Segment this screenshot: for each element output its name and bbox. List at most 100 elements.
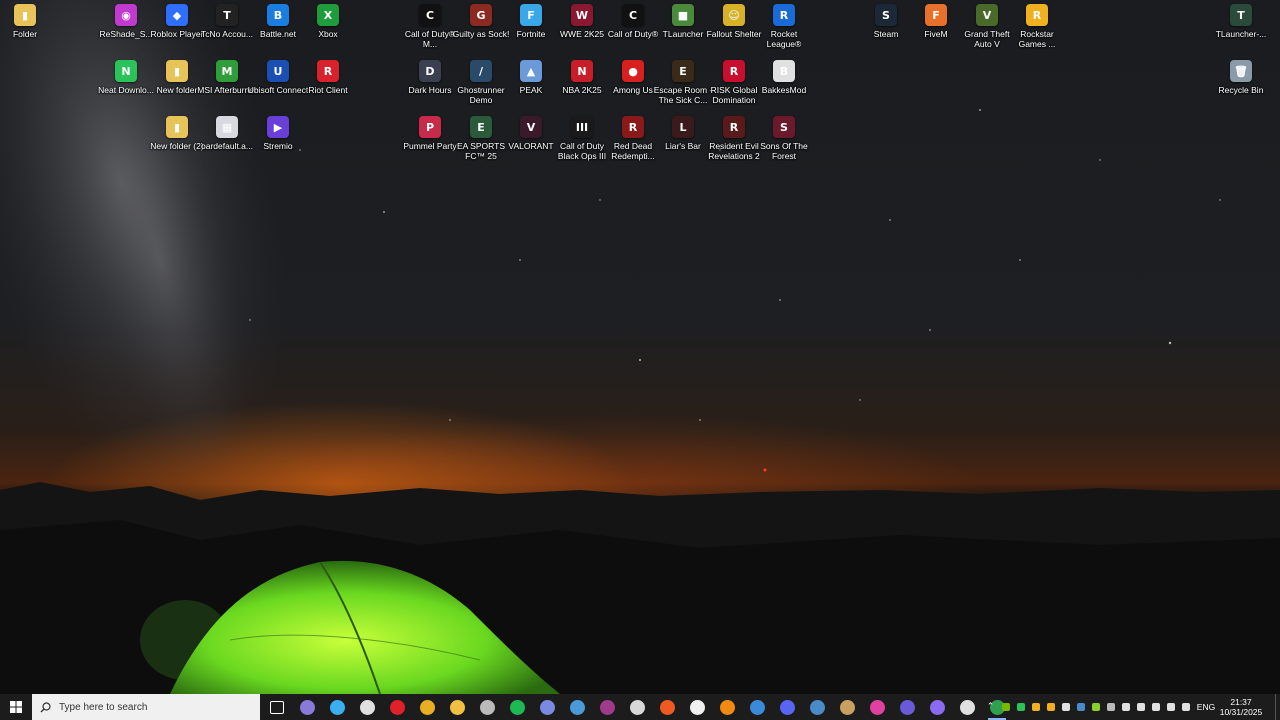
guilty-as-sock-icon: G	[470, 4, 492, 26]
riot-icon: R	[317, 60, 339, 82]
taskbar-app-button[interactable]	[742, 694, 772, 720]
steam-tray-icon[interactable]	[1073, 694, 1088, 720]
task-view-icon	[270, 700, 284, 714]
taskbar-app-button[interactable]	[622, 694, 652, 720]
mic-icon[interactable]	[1058, 694, 1073, 720]
spotify-icon	[509, 699, 525, 715]
rocket-league-icon: R	[773, 4, 795, 26]
show-desktop-button[interactable]	[1275, 694, 1280, 720]
taskbar-app-button[interactable]	[262, 694, 292, 720]
desktop-icon[interactable]: R Rocket League®	[753, 0, 815, 54]
taskbar-app-button[interactable]	[292, 694, 322, 720]
taskbar-app-button[interactable]	[382, 694, 412, 720]
brightness-icon[interactable]	[1118, 694, 1133, 720]
brave-icon	[659, 699, 675, 715]
cod-icon: C	[419, 4, 441, 26]
desktop-icon-label: Sons Of The Forest	[760, 141, 808, 161]
desktop-icon-label: Riot Client	[308, 85, 348, 95]
reshade-icon: ◉	[115, 4, 137, 26]
volume-icon[interactable]	[1148, 694, 1163, 720]
folder-icon: ▮	[166, 60, 188, 82]
desktop-icon[interactable]: B BakkesMod	[753, 56, 815, 110]
battlenet-icon: B	[267, 4, 289, 26]
taskbar-app-button[interactable]	[472, 694, 502, 720]
opera-icon	[389, 699, 405, 715]
desktop-icon[interactable]: R Riot Client	[297, 56, 359, 110]
taskbar-apps	[262, 694, 1012, 720]
xbox-icon: X	[317, 4, 339, 26]
desktop-icon[interactable]: ▶ Stremio	[247, 112, 309, 166]
taskbar-app-button[interactable]	[562, 694, 592, 720]
taskbar-app-button[interactable]	[772, 694, 802, 720]
discord-alt-icon	[539, 699, 555, 715]
taskbar-app-button[interactable]	[832, 694, 862, 720]
desktop-icon[interactable]: T TLauncher-...	[1210, 0, 1272, 54]
vlc-icon	[719, 699, 735, 715]
taskbar-app-button[interactable]	[892, 694, 922, 720]
chevron-up-icon[interactable]: ⌃	[983, 694, 998, 720]
desktop-icon[interactable]: S Sons Of The Forest	[753, 112, 815, 166]
taskbar-app-button[interactable]	[592, 694, 622, 720]
taskbar: Type here to search ⌃ ENG 21:37 10/31/20…	[0, 694, 1280, 720]
obs-icon	[479, 699, 495, 715]
nvidia-share-icon-glyph	[1091, 703, 1100, 711]
ubisoft-icon: U	[267, 60, 289, 82]
taskbar-app-button[interactable]	[412, 694, 442, 720]
green-dot-icon[interactable]	[1013, 694, 1028, 720]
taskbar-app-button[interactable]	[352, 694, 382, 720]
desktop-icon-label: BakkesMod	[761, 85, 807, 95]
speaker-icon[interactable]	[1133, 694, 1148, 720]
taskbar-app-button[interactable]	[322, 694, 352, 720]
chrome-tray-icon[interactable]	[1103, 694, 1118, 720]
fallout-shelter-icon: ☺	[723, 4, 745, 26]
taskbar-app-button[interactable]	[802, 694, 832, 720]
taskbar-app-button[interactable]	[532, 694, 562, 720]
steam-tray-icon-glyph	[1076, 703, 1085, 711]
nvidia-share-icon[interactable]	[1088, 694, 1103, 720]
taskbar-app-button[interactable]	[652, 694, 682, 720]
brightness-icon-glyph	[1121, 703, 1130, 711]
desktop-icon[interactable]: R Rockstar Games ...	[1006, 0, 1068, 54]
search-box[interactable]: Type here to search	[32, 694, 260, 720]
taskbar-app-button[interactable]	[682, 694, 712, 720]
peak-icon: ▲	[520, 60, 542, 82]
taskbar-app-button[interactable]	[922, 694, 952, 720]
tcno-icon: T	[216, 4, 238, 26]
taskbar-app-button[interactable]	[862, 694, 892, 720]
stremio-icon: ▶	[267, 116, 289, 138]
wwe-icon: W	[571, 4, 593, 26]
tlauncher-icon: T	[1230, 4, 1252, 26]
desktop-icon-label: Rockstar Games ...	[1018, 29, 1056, 49]
desktop-icon-label: Xbox	[318, 29, 338, 39]
rockstar-tray-icon[interactable]	[1028, 694, 1043, 720]
fivem-icon: F	[925, 4, 947, 26]
taskbar-app-button[interactable]	[442, 694, 472, 720]
qbittorrent-icon	[749, 699, 765, 715]
notification-icon[interactable]	[1263, 694, 1275, 720]
network-icon[interactable]	[1163, 694, 1178, 720]
window-icon	[569, 699, 585, 715]
taskbar-app-button[interactable]	[712, 694, 742, 720]
nvidia-icon[interactable]	[998, 694, 1013, 720]
chrome-tray-icon-glyph	[1106, 703, 1115, 711]
language-indicator[interactable]: ENG	[1193, 702, 1219, 712]
clock[interactable]: 21:37 10/31/2025	[1219, 697, 1263, 717]
winrar-icon	[599, 699, 615, 715]
desktop-icon[interactable]: 🗑 Recycle Bin	[1210, 56, 1272, 110]
tlauncher-icon: ■	[672, 4, 694, 26]
battery-icon[interactable]	[1178, 694, 1193, 720]
recycle-bin-icon: 🗑	[1230, 60, 1252, 82]
neat-download-icon: N	[115, 60, 137, 82]
r-tray-icon[interactable]	[1043, 694, 1058, 720]
taskbar-app-button[interactable]	[502, 694, 532, 720]
copilot-icon	[329, 699, 345, 715]
pummel-party-icon: P	[419, 116, 441, 138]
battery-icon-glyph	[1181, 703, 1190, 711]
start-button[interactable]	[0, 694, 32, 720]
desktop-icon[interactable]: ▮ Folder	[0, 0, 56, 54]
black-ops-icon: III	[571, 116, 593, 138]
taskbar-app-button[interactable]	[952, 694, 982, 720]
file-explorer-icon	[449, 699, 465, 715]
desktop-icon[interactable]: X Xbox	[297, 0, 359, 54]
rockstar-icon: R	[1026, 4, 1048, 26]
